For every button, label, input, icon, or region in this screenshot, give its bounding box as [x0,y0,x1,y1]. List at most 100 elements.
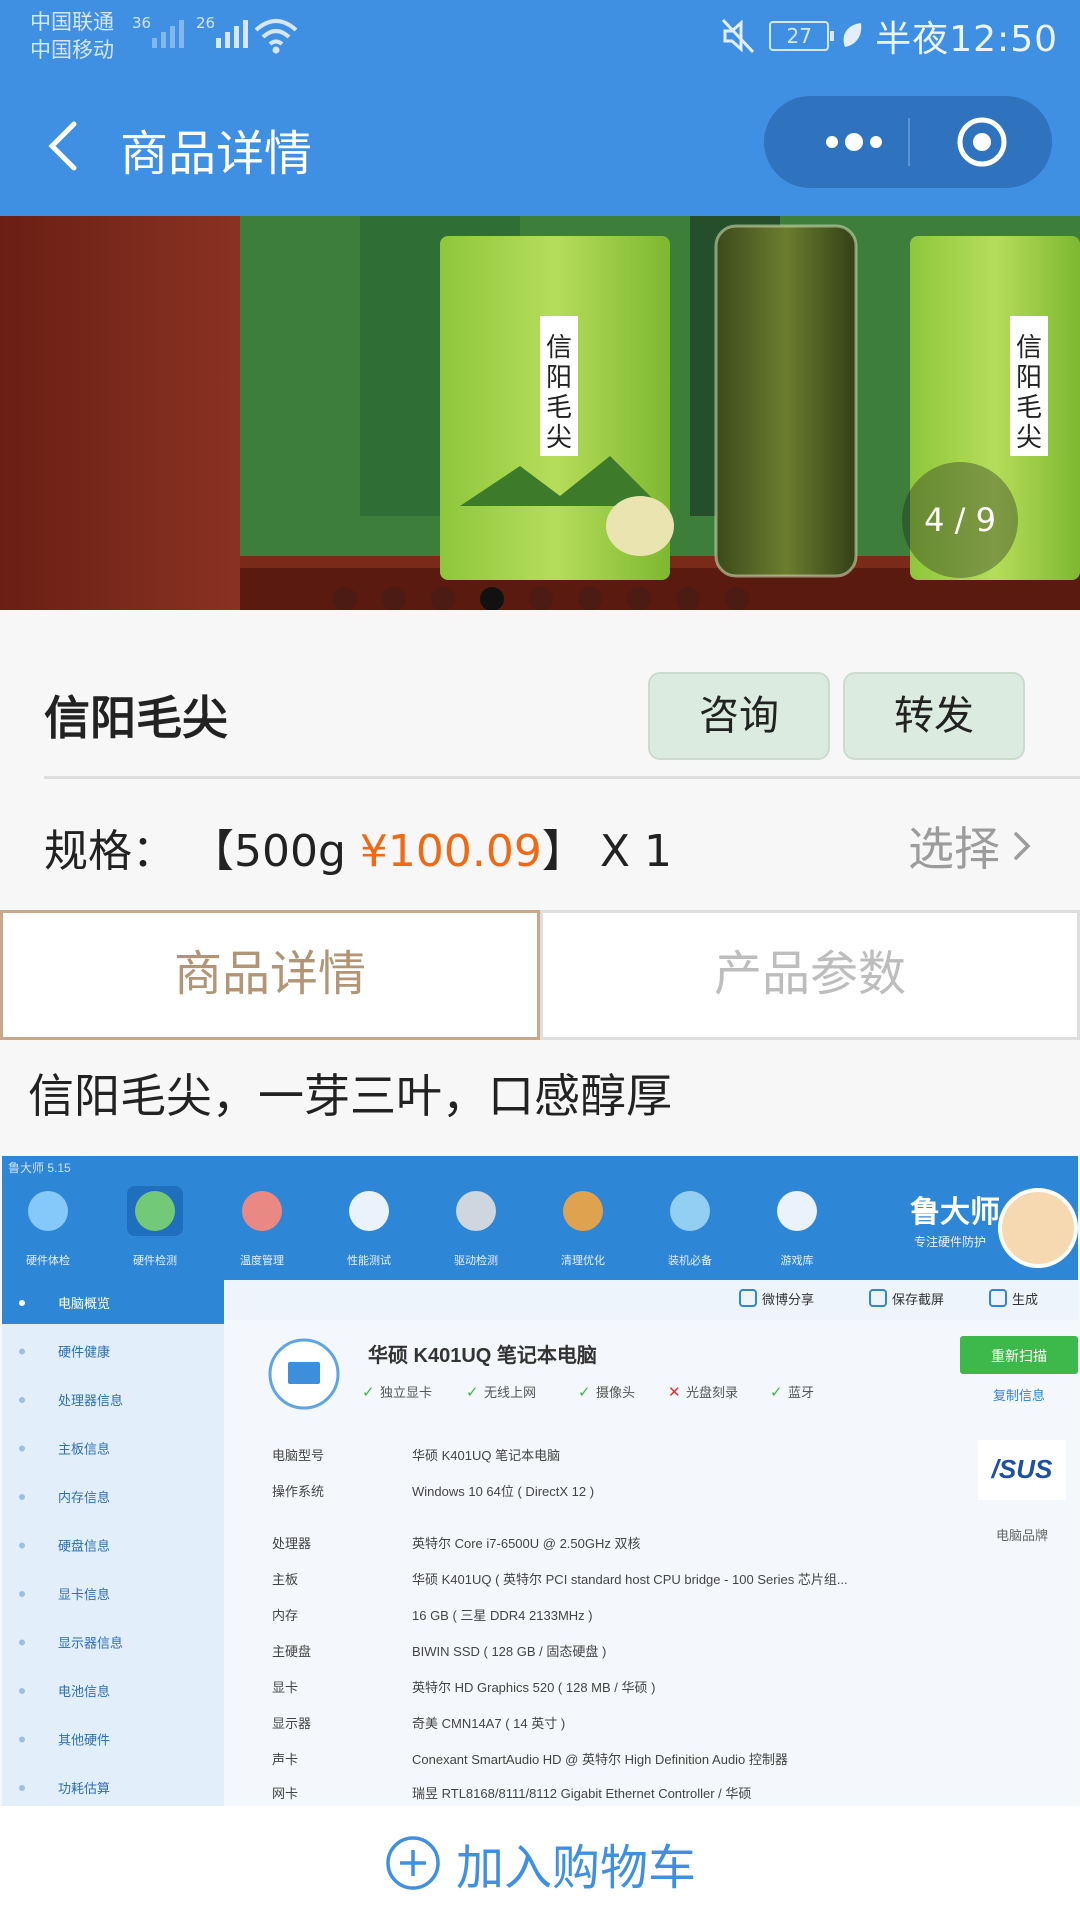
tab-details[interactable]: 商品详情 [0,910,540,1040]
carousel-dots [333,587,749,611]
side-menu-item: 电池信息 [58,1684,110,1699]
back-arrow-icon[interactable] [40,116,90,176]
toolbar-item-label: 硬件检测 [133,1253,177,1267]
side-menu-bullet [19,1397,25,1403]
share-button[interactable]: 转发 [843,672,1025,760]
toolbar-icon [28,1191,68,1231]
capsule-divider [908,118,910,166]
carrier-2: 中国移动 [30,38,114,62]
mute-icon [722,18,755,54]
add-to-cart-bar: 加入购物车 [0,1806,1080,1920]
tin-brand-mark: 信 [546,333,572,363]
battery-icon: 27 [769,21,835,51]
wifi-icon [254,19,298,54]
carousel-dot[interactable] [725,587,749,611]
price: ¥100.09 [359,826,542,877]
side-menu-item: 其他硬件 [58,1733,110,1748]
sim1-network-label: 36 [132,14,152,32]
carousel-dot[interactable] [627,587,651,611]
side-menu-bullet [19,1348,25,1355]
carousel-dot[interactable] [382,587,406,611]
spec-text: 规格： 【500g ¥100.09】 X 1 [44,815,672,879]
side-menu-item: 硬盘信息 [58,1539,110,1554]
vendor-label: 电脑品牌 [996,1528,1048,1543]
product-name: 信阳毛尖 [44,691,228,745]
svg-text:尖: 尖 [1016,423,1042,453]
spec-value: 16 GB ( 三星 DDR4 2133MHz ) [412,1608,593,1623]
app-title: 鲁大师 5.15 [8,1161,71,1175]
toolbar-icon [777,1191,817,1231]
product-description: 信阳毛尖，一芽三叶，口感醇厚 [28,1069,672,1123]
choose-label: 选择 [908,822,1000,876]
toolbar-item-label: 性能测试 [347,1253,391,1267]
rescan-label: 重新扫描 [991,1348,1047,1364]
detail-image: 鲁大师 5.15 硬件体检 硬件检测 温度管理 性能测试 驱动检测 清理优化 装机必备 游戏库… [2,1156,1078,1806]
svg-text:信: 信 [1016,333,1042,363]
side-menu-bullet [19,1542,25,1549]
check-icon: ✓ [362,1384,375,1401]
ludashi-screenshot: 鲁大师 5.15 硬件体检 硬件检测 温度管理 性能测试 驱动检测 清理优化 装机必备 游戏库… [2,1156,1078,1806]
sim1-signal-icon [152,20,184,48]
toolbar-icon [563,1191,603,1231]
spec-value: 华硕 K401UQ ( 英特尔 PCI standard host CPU br… [412,1572,848,1587]
spec-key: 网卡 [272,1786,298,1801]
brand-name: 鲁大师 [910,1196,1000,1229]
carousel-dot[interactable] [333,587,357,611]
plus-circle-icon [386,1836,440,1890]
action-label: 微博分享 [762,1292,814,1307]
svg-text:阳: 阳 [546,363,572,393]
product-header: 信阳毛尖 咨询 转发 [0,610,1080,780]
choose-spec-button[interactable]: 选择 [908,813,1034,879]
side-menu-item: 电脑概览 [58,1296,110,1311]
spec-selector[interactable]: 规格： 【500g ¥100.09】 X 1 选择 [0,779,1080,909]
check-icon: ✓ [578,1384,591,1401]
spec-key: 处理器 [272,1536,311,1551]
spec-key: 声卡 [272,1752,298,1767]
spec-open: 【500g [190,826,360,877]
svg-text:毛: 毛 [1016,393,1042,423]
consult-button[interactable]: 咨询 [648,672,830,760]
copy-info-label: 复制信息 [993,1388,1045,1403]
clock: 半夜12:50 [875,19,1058,60]
carousel-dot[interactable] [676,587,700,611]
toolbar-item-label: 驱动检测 [454,1253,498,1267]
toolbar-item-label: 硬件体检 [26,1253,70,1267]
side-menu-bullet [19,1639,25,1646]
spec-value: 奇美 CMN14A7 ( 14 英寸 ) [412,1716,565,1731]
action-label: 保存截屏 [892,1292,944,1307]
spec-value: 英特尔 HD Graphics 520 ( 128 MB / 华硕 ) [412,1680,655,1695]
status-bar: 中国联通 中国移动 36 26 27 半夜12:50 [0,0,1080,76]
close-mini-program-icon[interactable] [954,114,1010,170]
carrier-labels: 中国联通 中国移动 [30,8,114,64]
action-label: 生成 [1012,1292,1038,1307]
spec-key: 操作系统 [272,1484,324,1499]
carousel-dot[interactable] [431,587,455,611]
add-to-cart-label: 加入购物车 [456,1840,697,1896]
svg-text:尖: 尖 [546,423,572,453]
device-title: 华硕 K401UQ 笔记本电脑 [368,1343,597,1367]
side-menu-bullet [19,1785,25,1791]
carrier-1: 中国联通 [30,10,114,34]
carousel-dot[interactable] [529,587,553,611]
spec-key: 电脑型号 [272,1448,324,1463]
add-to-cart-button[interactable]: 加入购物车 [384,1828,696,1898]
carousel-dot[interactable] [578,587,602,611]
side-menu-bullet [19,1591,25,1597]
check-icon: ✓ [770,1384,783,1401]
side-menu-item: 主板信息 [58,1442,110,1457]
mascot-avatar [998,1188,1078,1268]
spec-value: Conexant SmartAudio HD @ 英特尔 High Defini… [412,1752,788,1767]
carousel-dot-active[interactable] [480,587,504,611]
vendor-logo: /SUS [991,1454,1053,1484]
spec-value: 华硕 K401UQ 笔记本电脑 [412,1448,560,1463]
tab-params[interactable]: 产品参数 [540,910,1080,1040]
feature-label: 摄像头 [596,1385,635,1400]
toolbar-icon [349,1191,389,1231]
spec-key: 主板 [272,1572,298,1587]
spec-key: 显卡 [272,1680,298,1695]
side-menu-item: 处理器信息 [58,1393,123,1408]
feature-label: 蓝牙 [788,1385,814,1400]
monitor-icon [288,1362,320,1384]
sim2-signal-icon [216,20,248,48]
more-icon[interactable] [804,96,904,188]
